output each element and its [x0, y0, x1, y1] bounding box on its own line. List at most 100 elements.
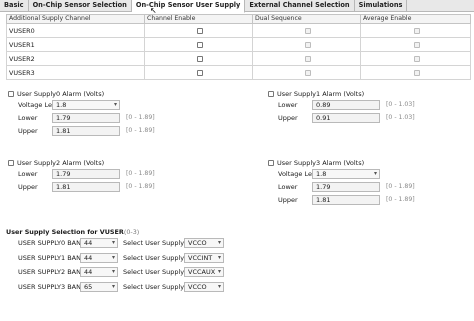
user-supply2-alarm-group: User Supply2 Alarm (Volts) Lower 1.79 [0… — [8, 158, 155, 193]
tab-on-chip-sensor-user-supply[interactable]: On-Chip Sensor User Supply — [131, 0, 246, 13]
user-supply0-alarm-checkbox[interactable] — [8, 90, 14, 97]
supply-select[interactable]: VCCINT ▾ — [184, 252, 224, 263]
chevron-down-icon: ▾ — [111, 282, 115, 290]
user-supply3-alarm-group: User Supply3 Alarm (Volts) Voltage Level… — [268, 158, 415, 206]
select-supply-label: Select User Supply0 — [123, 238, 189, 247]
select-supply-label: Select User Supply2 — [123, 267, 189, 276]
range-hint: [0 - 1.89] — [126, 183, 155, 190]
bank-row: USER SUPPLY2 BANK 44 ▾ Select User Supply… — [18, 266, 224, 277]
average-enable-checkbox[interactable] — [413, 55, 420, 62]
group-title: User Supply3 Alarm (Volts) — [277, 158, 365, 167]
bank-label: USER SUPPLY0 BANK — [18, 238, 86, 247]
lower-label: Lower — [18, 113, 38, 122]
tab-on-chip-sensor-selection[interactable]: On-Chip Sensor Selection — [29, 0, 132, 12]
supply-channel-table: Additional Supply Channel Channel Enable… — [6, 14, 471, 80]
table-row: VUSER0 — [6, 23, 471, 38]
average-enable-checkbox[interactable] — [413, 27, 420, 34]
select-supply-label: Select User Supply1 — [123, 253, 189, 262]
column-header: Additional Supply Channel — [6, 14, 145, 24]
dual-sequence-checkbox[interactable] — [304, 55, 311, 62]
tab-simulations[interactable]: Simulations — [355, 0, 408, 12]
chevron-down-icon: ▾ — [111, 253, 115, 261]
bank-label: USER SUPPLY3 BANK — [18, 282, 86, 291]
column-header: Average Enable — [360, 14, 471, 24]
range-hint: [0 - 1.89] — [386, 196, 415, 203]
dual-sequence-checkbox[interactable] — [304, 69, 311, 76]
select-supply-label: Select User Supply3 — [123, 282, 189, 291]
bank-select[interactable]: 44 ▾ — [80, 237, 118, 248]
bank-select[interactable]: 44 ▾ — [80, 252, 118, 263]
channel-name: VUSER1 — [6, 37, 145, 52]
voltage-level-label: Voltage Level — [18, 100, 62, 109]
range-hint: [0 - 1.89] — [126, 170, 155, 177]
lower-label: Lower — [278, 182, 298, 191]
upper-input[interactable]: 1.81 — [52, 181, 120, 192]
lower-label: Lower — [278, 100, 298, 109]
upper-input[interactable]: 1.81 — [312, 194, 380, 205]
upper-label: Upper — [278, 195, 298, 204]
tab-basic[interactable]: Basic — [0, 0, 29, 12]
channel-enable-checkbox[interactable] — [196, 55, 203, 62]
tab-bar: Basic On-Chip Sensor Selection On-Chip S… — [0, 0, 474, 13]
voltage-level-select[interactable]: 1.8 ▾ — [52, 99, 120, 110]
upper-label: Upper — [18, 182, 38, 191]
bank-label: USER SUPPLY2 BANK — [18, 267, 86, 276]
upper-input[interactable]: 0.91 — [312, 112, 380, 123]
chevron-down-icon: ▾ — [217, 238, 221, 246]
table-row: VUSER3 — [6, 65, 471, 80]
bank-label: USER SUPPLY1 BANK — [18, 253, 86, 262]
range-hint: [0 - 1.03] — [386, 114, 415, 121]
chevron-down-icon: ▾ — [217, 253, 221, 261]
group-title: User Supply0 Alarm (Volts) — [17, 89, 105, 98]
upper-label: Upper — [18, 126, 38, 135]
range-hint: [0 - 1.89] — [126, 114, 155, 121]
dual-sequence-checkbox[interactable] — [304, 27, 311, 34]
supply-select[interactable]: VCCO ▾ — [184, 281, 224, 292]
bank-row: USER SUPPLY0 BANK 44 ▾ Select User Supply… — [18, 237, 224, 248]
channel-enable-checkbox[interactable] — [196, 41, 203, 48]
channel-name: VUSER3 — [6, 65, 145, 80]
group-title: User Supply2 Alarm (Volts) — [17, 158, 105, 167]
upper-label: Upper — [278, 113, 298, 122]
channel-enable-checkbox[interactable] — [196, 69, 203, 76]
chevron-down-icon: ▾ — [113, 100, 117, 108]
average-enable-checkbox[interactable] — [413, 69, 420, 76]
user-supply2-alarm-checkbox[interactable] — [8, 159, 14, 166]
tab-external-channel-selection[interactable]: External Channel Selection — [245, 0, 355, 12]
average-enable-checkbox[interactable] — [413, 41, 420, 48]
channel-name: VUSER0 — [6, 23, 145, 38]
channel-enable-checkbox[interactable] — [196, 27, 203, 34]
column-header: Channel Enable — [144, 14, 253, 24]
bank-select[interactable]: 65 ▾ — [80, 281, 118, 292]
bank-row: USER SUPPLY1 BANK 44 ▾ Select User Supply… — [18, 252, 224, 263]
group-title: User Supply1 Alarm (Volts) — [277, 89, 365, 98]
table-row: VUSER1 — [6, 37, 471, 52]
chevron-down-icon: ▾ — [217, 282, 221, 290]
voltage-level-label: Voltage Level — [278, 169, 322, 178]
user-supply1-alarm-group: User Supply1 Alarm (Volts) Lower 0.89 [0… — [268, 89, 415, 124]
channel-name: VUSER2 — [6, 51, 145, 66]
column-header: Dual Sequence — [252, 14, 361, 24]
chevron-down-icon: ▾ — [217, 267, 221, 275]
upper-input[interactable]: 1.81 — [52, 125, 120, 136]
chevron-down-icon: ▾ — [373, 169, 377, 177]
lower-input[interactable]: 1.79 — [52, 112, 120, 123]
lower-input[interactable]: 0.89 — [312, 99, 380, 110]
lower-label: Lower — [18, 169, 38, 178]
bank-select[interactable]: 44 ▾ — [80, 266, 118, 277]
user-supply0-alarm-group: User Supply0 Alarm (Volts) Voltage Level… — [8, 89, 155, 137]
chevron-down-icon: ▾ — [111, 238, 115, 246]
bank-row: USER SUPPLY3 BANK 65 ▾ Select User Supply… — [18, 281, 224, 292]
range-hint: [0 - 1.89] — [126, 127, 155, 134]
range-hint: [0 - 1.89] — [386, 183, 415, 190]
user-supply1-alarm-checkbox[interactable] — [268, 90, 274, 97]
lower-input[interactable]: 1.79 — [52, 168, 120, 179]
chevron-down-icon: ▾ — [111, 267, 115, 275]
table-row: VUSER2 — [6, 51, 471, 66]
supply-select[interactable]: VCCAUX ▾ — [184, 266, 224, 277]
dual-sequence-checkbox[interactable] — [304, 41, 311, 48]
user-supply3-alarm-checkbox[interactable] — [268, 159, 274, 166]
voltage-level-select[interactable]: 1.8 ▾ — [312, 168, 380, 179]
supply-select[interactable]: VCCO ▾ — [184, 237, 224, 248]
lower-input[interactable]: 1.79 — [312, 181, 380, 192]
